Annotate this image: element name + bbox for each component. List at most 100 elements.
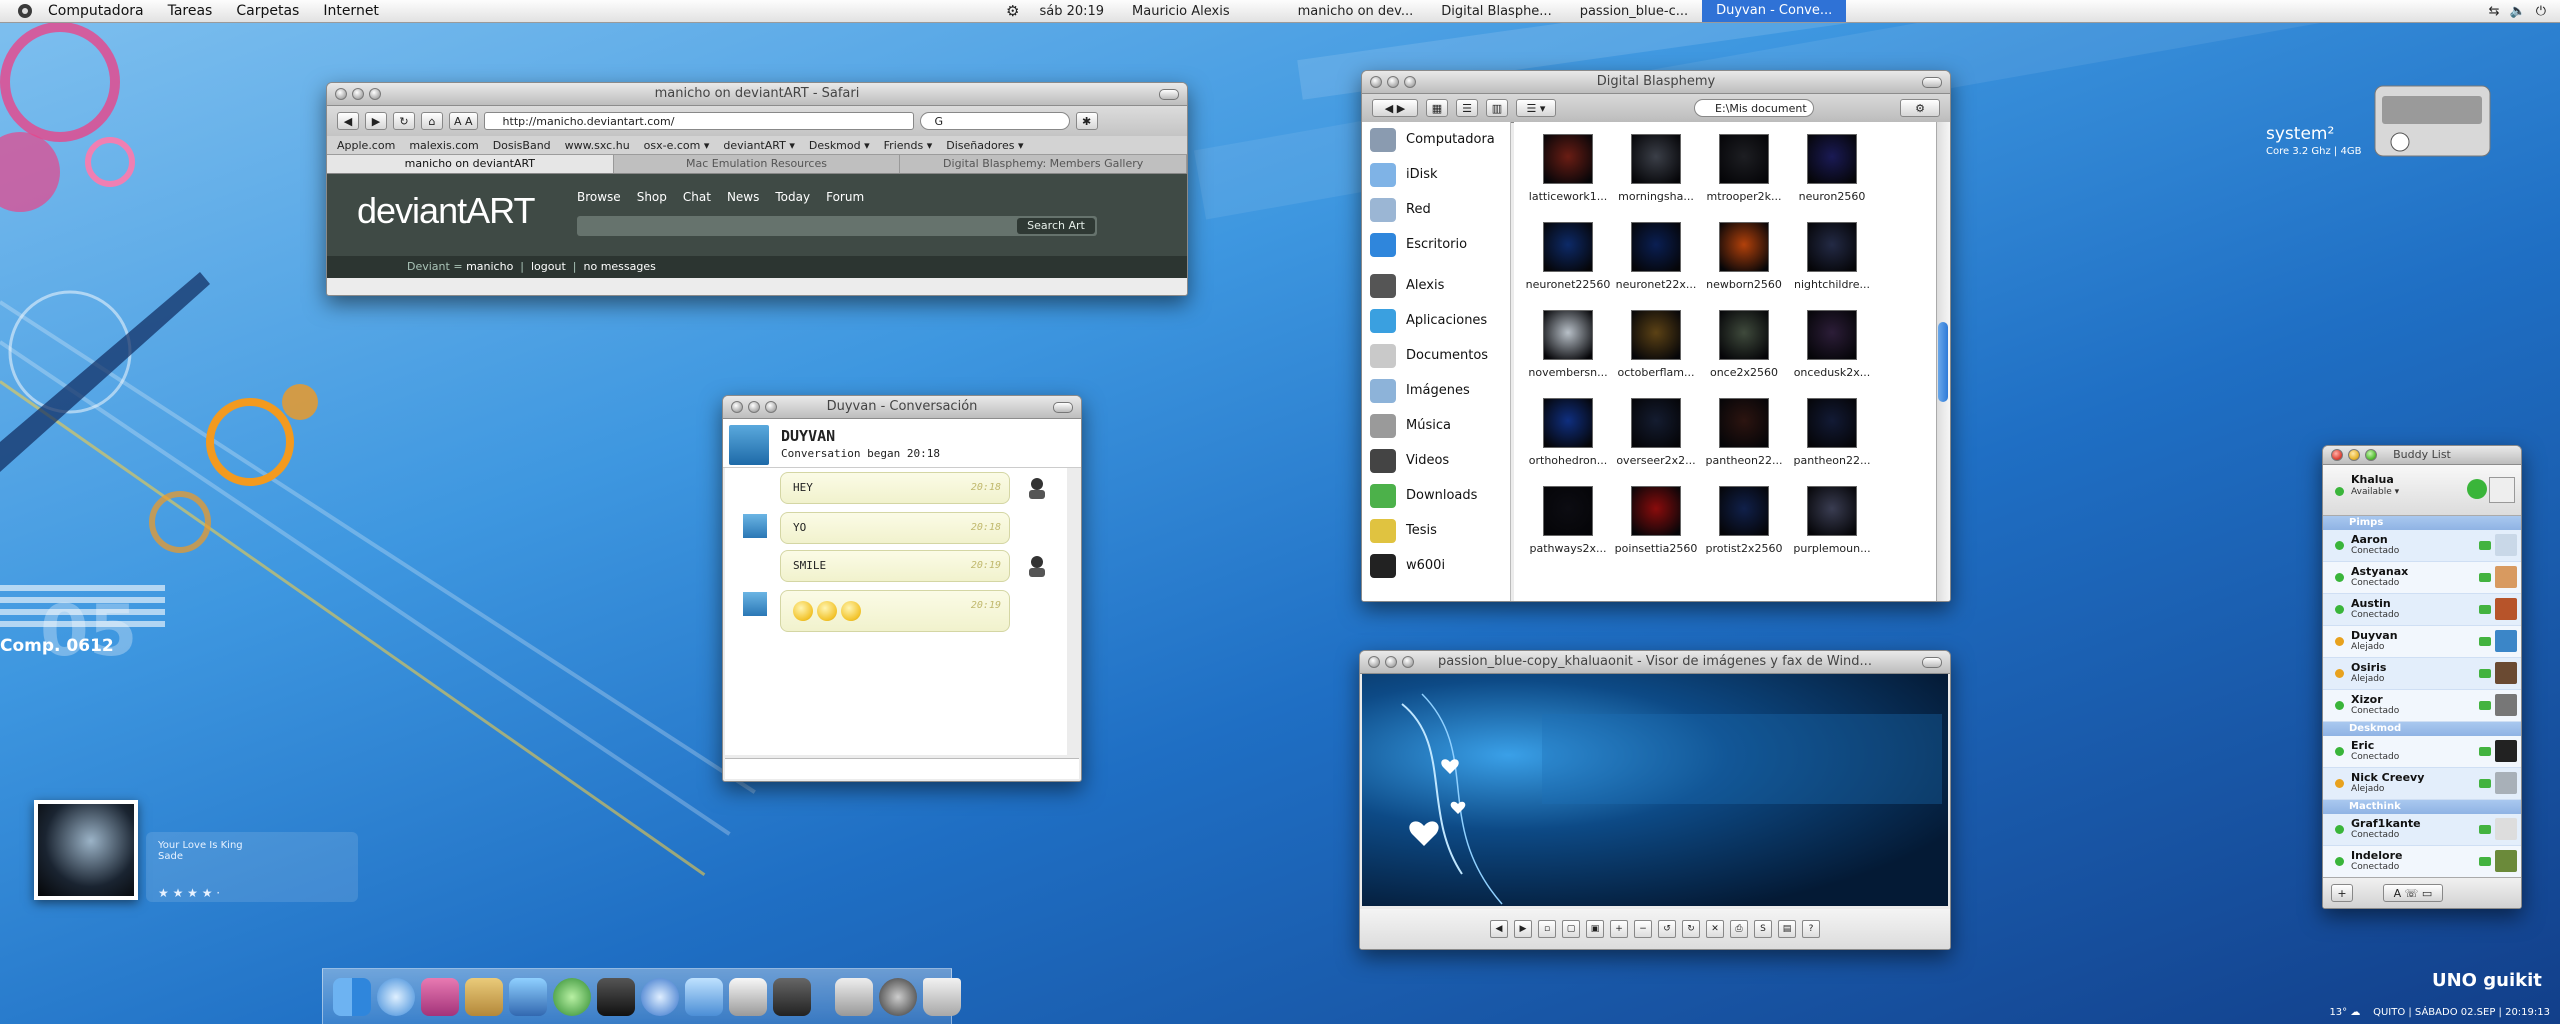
url-field[interactable]: http://manicho.deviantart.com/ <box>483 112 914 130</box>
close-button[interactable] <box>2331 449 2343 461</box>
buddy-row[interactable]: Duyvan Alejado <box>2323 626 2521 658</box>
buddy-row[interactable]: Graf1kante Conectado <box>2323 814 2521 846</box>
tab-digital-blasphemy[interactable]: Digital Blasphemy: Members Gallery <box>900 155 1187 173</box>
open-with-button[interactable]: ▤ <box>1778 920 1796 938</box>
video-chat-icon[interactable] <box>2479 857 2491 866</box>
file-item[interactable]: pathways2x... <box>1524 486 1612 574</box>
home-icon[interactable]: ⌂ <box>421 112 443 130</box>
file-item[interactable]: pantheon22... <box>1788 398 1876 486</box>
delete-button[interactable]: ✕ <box>1706 920 1724 938</box>
file-item[interactable]: overseer2x2... <box>1612 398 1700 486</box>
tab-mac-emulation[interactable]: Mac Emulation Resources <box>614 155 901 173</box>
task-chat[interactable]: Duyvan - Conve... <box>1702 0 1847 22</box>
zoom-button[interactable] <box>2365 449 2377 461</box>
file-item[interactable]: mtrooper2k... <box>1700 134 1788 222</box>
bookmark-malexis[interactable]: malexis.com <box>409 139 478 152</box>
file-item[interactable]: pantheon22... <box>1700 398 1788 486</box>
bookmark-disenadores[interactable]: Diseñadores ▾ <box>946 139 1023 152</box>
add-buddy-button[interactable]: + <box>2331 884 2353 902</box>
print-button[interactable]: ⎙ <box>1730 920 1748 938</box>
sidebar-item-2[interactable]: Red <box>1362 192 1510 227</box>
rotate-left-button[interactable]: ↺ <box>1658 920 1676 938</box>
toolbar-toggle-button[interactable] <box>1159 89 1179 100</box>
zoom-out-button[interactable]: − <box>1634 920 1652 938</box>
sidebar-item-12[interactable]: w600i <box>1362 548 1510 583</box>
chat-titlebar[interactable]: Duyvan - Conversación <box>723 396 1081 419</box>
zoom-button[interactable] <box>1402 656 1414 668</box>
buddy-row[interactable]: Xizor Conectado <box>2323 690 2521 722</box>
phone-icon[interactable] <box>2467 479 2487 499</box>
imovie-dock-icon[interactable] <box>597 977 635 1016</box>
menu-tareas[interactable]: Tareas <box>156 3 225 19</box>
back-button[interactable]: ◀ <box>337 112 359 130</box>
scroll-knob[interactable] <box>1938 322 1948 402</box>
menu-computadora[interactable]: Computadora <box>36 3 156 19</box>
task-safari[interactable]: manicho on dev... <box>1284 4 1428 19</box>
nav-forum[interactable]: Forum <box>826 190 864 204</box>
adium-dock-icon[interactable] <box>421 977 459 1016</box>
zoom-button[interactable] <box>765 401 777 413</box>
save-button[interactable]: S <box>1754 920 1772 938</box>
my-avatar[interactable] <box>2489 477 2515 503</box>
album-art[interactable] <box>34 800 138 900</box>
sidebar-item-4[interactable]: Alexis <box>1362 268 1510 303</box>
file-item[interactable]: octoberflam... <box>1612 310 1700 398</box>
finder-titlebar[interactable]: Digital Blasphemy <box>1362 71 1950 94</box>
reload-icon[interactable]: ↻ <box>393 112 415 130</box>
video-chat-icon[interactable] <box>2479 573 2491 582</box>
google-search-field[interactable]: G <box>919 112 1070 130</box>
sidebar-item-8[interactable]: Música <box>1362 408 1510 443</box>
toolbar-toggle-button[interactable] <box>1922 657 1942 668</box>
menu-internet[interactable]: Internet <box>311 3 391 19</box>
toolbar-toggle-button[interactable] <box>1053 402 1073 413</box>
sidebar-item-6[interactable]: Documentos <box>1362 338 1510 373</box>
utilities-dock-icon[interactable] <box>509 977 547 1016</box>
help-button[interactable]: ? <box>1802 920 1820 938</box>
buddy-titlebar[interactable]: Buddy List <box>2323 446 2521 465</box>
file-item[interactable]: morningsha... <box>1612 134 1700 222</box>
app-dock-icon[interactable] <box>773 977 811 1016</box>
trash-dock-icon[interactable] <box>923 977 961 1016</box>
minimize-button[interactable] <box>1387 76 1399 88</box>
action-menu-button[interactable]: ☰ ▾ <box>1516 99 1556 117</box>
song-rating[interactable]: ★ ★ ★ ★ · <box>158 886 358 900</box>
text-size-button[interactable]: A A <box>449 112 478 130</box>
task-viewer[interactable]: passion_blue-c... <box>1566 4 1702 19</box>
minimize-button[interactable] <box>748 401 760 413</box>
file-item[interactable]: latticework1... <box>1524 134 1612 222</box>
buddy-row[interactable]: Indelore Conectado <box>2323 846 2521 878</box>
logout-link[interactable]: logout <box>531 260 566 273</box>
video-chat-icon[interactable] <box>2479 701 2491 710</box>
folder-dock-icon[interactable] <box>465 977 503 1016</box>
buddy-actions-button[interactable]: A ☏ ▭ <box>2383 884 2443 902</box>
video-chat-icon[interactable] <box>2479 747 2491 756</box>
file-item[interactable]: neuron2560 <box>1788 134 1876 222</box>
search-art-button[interactable]: Search Art <box>1017 218 1095 234</box>
menubar-user[interactable]: Mauricio Alexis <box>1118 4 1244 19</box>
file-item[interactable]: oncedusk2x... <box>1788 310 1876 398</box>
back-forward-button[interactable]: ◀ ▶ <box>1372 99 1418 117</box>
safari-titlebar[interactable]: manicho on deviantART - Safari <box>327 83 1187 106</box>
drive-dock-icon[interactable] <box>835 977 873 1016</box>
minimize-button[interactable] <box>2348 449 2360 461</box>
buddy-row[interactable]: Austin Conectado <box>2323 594 2521 626</box>
close-button[interactable] <box>731 401 743 413</box>
view-columns-button[interactable]: ▥ <box>1486 99 1508 117</box>
file-item[interactable]: nightchildre... <box>1788 222 1876 310</box>
file-item[interactable]: neuronet22560 <box>1524 222 1612 310</box>
file-item[interactable]: purplemoun... <box>1788 486 1876 574</box>
bookmark-deviantart[interactable]: deviantART ▾ <box>723 139 794 152</box>
buddy-row[interactable]: Astyanax Conectado <box>2323 562 2521 594</box>
video-chat-icon[interactable] <box>2479 825 2491 834</box>
buddy-row[interactable]: Osiris Alejado <box>2323 658 2521 690</box>
finder-gear-icon[interactable]: ⚙ <box>1900 99 1940 117</box>
file-item[interactable]: protist2x2560 <box>1700 486 1788 574</box>
nav-browse[interactable]: Browse <box>577 190 621 204</box>
bookmark-deskmod[interactable]: Deskmod ▾ <box>809 139 870 152</box>
nav-shop[interactable]: Shop <box>637 190 667 204</box>
bookmark-osx-e[interactable]: osx-e.com ▾ <box>644 139 710 152</box>
bookmark-friends[interactable]: Friends ▾ <box>884 139 933 152</box>
slideshow-button[interactable]: ▣ <box>1586 920 1604 938</box>
zoom-button[interactable] <box>1404 76 1416 88</box>
nav-news[interactable]: News <box>727 190 759 204</box>
